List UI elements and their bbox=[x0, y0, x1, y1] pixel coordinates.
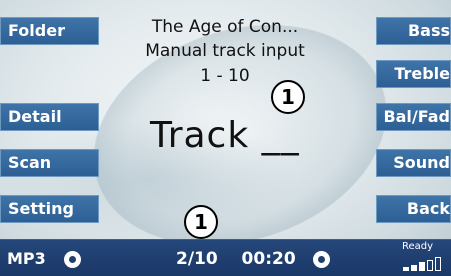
audio-screen: Folder Detail Scan Setting Bass Treble B… bbox=[0, 0, 451, 276]
signal-bar bbox=[419, 262, 425, 271]
callout-marker-top: 1 bbox=[271, 80, 305, 114]
bass-button[interactable]: Bass bbox=[376, 17, 451, 45]
signal-bar bbox=[403, 267, 409, 271]
status-bar: MP3 2/10 00:20 Ready bbox=[0, 239, 451, 276]
callout-marker-bottom: 1 bbox=[184, 205, 218, 239]
elapsed-time: 00:20 bbox=[241, 249, 296, 269]
disc-icon bbox=[313, 251, 330, 268]
ready-label: Ready bbox=[402, 241, 434, 252]
treble-button[interactable]: Treble bbox=[376, 60, 451, 88]
back-button[interactable]: Back bbox=[376, 195, 451, 223]
sound-button[interactable]: Sound bbox=[376, 149, 451, 177]
mode-label: Manual track input bbox=[145, 41, 305, 61]
source-label: MP3 bbox=[7, 249, 46, 268]
signal-bar bbox=[427, 259, 433, 271]
balance-fader-button[interactable]: Bal/Fad bbox=[376, 103, 451, 131]
track-time-readout: 2/10 00:20 bbox=[176, 249, 296, 269]
track-title: The Age of Con... bbox=[151, 17, 299, 37]
track-position: 2/10 bbox=[176, 249, 218, 269]
disc-icon bbox=[64, 251, 81, 268]
signal-bar bbox=[411, 264, 417, 271]
folder-button[interactable]: Folder bbox=[0, 17, 99, 45]
detail-button[interactable]: Detail bbox=[0, 103, 99, 131]
signal-bar bbox=[435, 257, 441, 271]
scan-button[interactable]: Scan bbox=[0, 149, 99, 177]
track-input-prompt: Track __ bbox=[150, 115, 300, 156]
setting-button[interactable]: Setting bbox=[0, 195, 99, 223]
